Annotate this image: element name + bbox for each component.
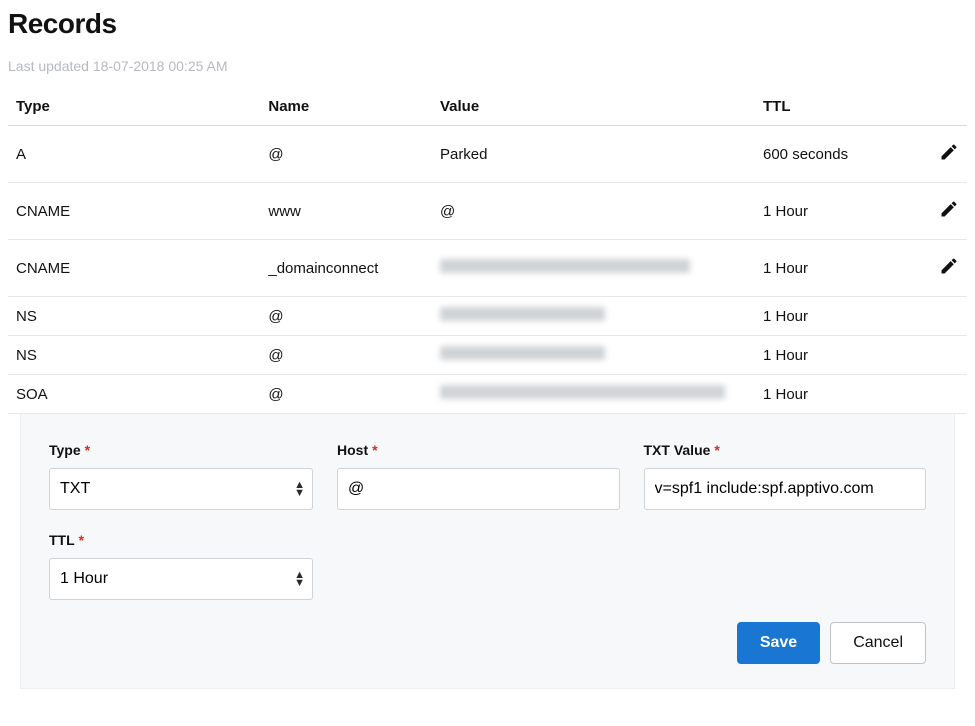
table-row: NS@1 Hour	[8, 297, 967, 336]
label-host: Host*	[337, 442, 620, 458]
cell-ttl: 600 seconds	[755, 126, 906, 183]
cell-ttl: 1 Hour	[755, 336, 906, 375]
col-header-name: Name	[260, 88, 432, 126]
col-header-value: Value	[432, 88, 755, 126]
save-button[interactable]: Save	[737, 622, 820, 664]
cell-type: NS	[8, 297, 260, 336]
cell-ttl: 1 Hour	[755, 297, 906, 336]
cell-ttl: 1 Hour	[755, 183, 906, 240]
cell-value	[432, 240, 755, 297]
cell-value	[432, 297, 755, 336]
redacted-value	[440, 346, 605, 360]
cell-name: _domainconnect	[260, 240, 432, 297]
cell-value: @	[432, 183, 755, 240]
add-record-form: Type* ▲▼ Host* TXT Value* TTL* ▲▼ Save C…	[20, 414, 955, 689]
cell-type: NS	[8, 336, 260, 375]
last-updated: Last updated 18-07-2018 00:25 AM	[8, 58, 967, 74]
page-title: Records	[8, 8, 967, 40]
redacted-value	[440, 385, 725, 399]
cell-name: @	[260, 297, 432, 336]
table-row: NS@1 Hour	[8, 336, 967, 375]
table-row: CNAMEwww@1 Hour	[8, 183, 967, 240]
cell-type: CNAME	[8, 183, 260, 240]
cancel-button[interactable]: Cancel	[830, 622, 926, 664]
ttl-select[interactable]	[49, 558, 313, 600]
cell-value	[432, 336, 755, 375]
edit-icon[interactable]	[939, 149, 959, 166]
txt-value-input[interactable]	[644, 468, 927, 510]
cell-name: @	[260, 126, 432, 183]
table-row: A@Parked600 seconds	[8, 126, 967, 183]
edit-icon[interactable]	[939, 206, 959, 223]
table-row: CNAME_domainconnect 1 Hour	[8, 240, 967, 297]
col-header-type: Type	[8, 88, 260, 126]
cell-value: Parked	[432, 126, 755, 183]
table-row: SOA@1 Hour	[8, 375, 967, 414]
cell-value	[432, 375, 755, 414]
cell-ttl: 1 Hour	[755, 375, 906, 414]
records-table: Type Name Value TTL A@Parked600 secondsC…	[8, 88, 967, 414]
redacted-value	[440, 259, 690, 273]
label-type: Type*	[49, 442, 313, 458]
cell-name: www	[260, 183, 432, 240]
cell-name: @	[260, 336, 432, 375]
label-ttl: TTL*	[49, 532, 313, 548]
cell-type: CNAME	[8, 240, 260, 297]
cell-type: SOA	[8, 375, 260, 414]
label-txt-value: TXT Value*	[644, 442, 927, 458]
host-input[interactable]	[337, 468, 620, 510]
type-select[interactable]	[49, 468, 313, 510]
col-header-ttl: TTL	[755, 88, 906, 126]
cell-name: @	[260, 375, 432, 414]
cell-type: A	[8, 126, 260, 183]
redacted-value	[440, 307, 605, 321]
cell-ttl: 1 Hour	[755, 240, 906, 297]
edit-icon[interactable]	[939, 263, 959, 280]
